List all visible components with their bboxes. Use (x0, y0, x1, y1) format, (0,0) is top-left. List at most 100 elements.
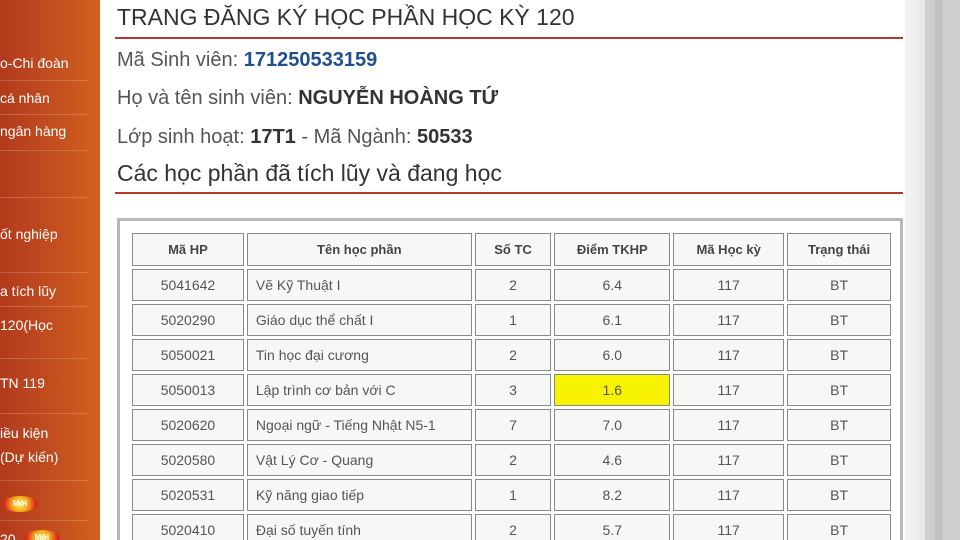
course-status: BT (787, 444, 891, 476)
course-name: Vật Lý Cơ - Quang (246, 444, 472, 476)
course-status: BT (787, 339, 891, 371)
section-divider (115, 192, 903, 194)
sidebar-divider (0, 197, 88, 198)
course-credits: 1 (474, 304, 552, 336)
new-badge-icon: Mới (24, 530, 60, 540)
page-gutter (925, 0, 960, 540)
sidebar-divider (0, 150, 88, 151)
course-score-highlighted: 1.6 (554, 374, 671, 406)
course-status: BT (787, 269, 891, 301)
table-row: 5020410 Đại số tuyến tính 2 5.7 117 BT (132, 514, 891, 540)
course-credits: 7 (474, 409, 552, 441)
sidebar-divider (0, 306, 88, 307)
page-title: TRANG ĐĂNG KÝ HỌC PHẦN HỌC KỲ 120 (117, 4, 575, 30)
course-term: 117 (673, 304, 785, 336)
sidebar-item-tich-luy[interactable]: a tích lũy (0, 280, 100, 303)
class-label: Lớp sinh hoạt: (117, 126, 245, 148)
course-name: Lập trình cơ bản với C (246, 374, 472, 406)
column-header-status[interactable]: Trạng thái (787, 233, 891, 266)
sidebar-item-tn-119[interactable]: TN 119 (0, 372, 100, 395)
course-status: BT (787, 514, 891, 540)
course-name: Vẽ Kỹ Thuật I (246, 269, 472, 301)
course-name: Giáo dục thể chất I (246, 304, 472, 336)
course-score: 6.1 (554, 304, 671, 336)
course-score: 4.6 (554, 444, 671, 476)
table-row: 5050013 Lập trình cơ bản với C 3 1.6 117… (132, 374, 891, 406)
course-term: 117 (673, 339, 785, 371)
table-header-row: Mã HP Tên học phần Số TC Điểm TKHP Mã Họ… (132, 233, 891, 266)
table-row: 5020290 Giáo dục thể chất I 1 6.1 117 BT (132, 304, 891, 336)
section-title: Các học phần đã tích lũy và đang học (117, 160, 502, 186)
student-id-label: Mã Sinh viên: (117, 49, 239, 71)
sidebar-divider (0, 114, 88, 115)
course-credits: 2 (474, 514, 552, 540)
column-header-term[interactable]: Mã Học kỳ (673, 233, 785, 266)
sidebar-item-du-kien[interactable]: (Dự kiến) (0, 446, 100, 469)
student-id-row: Mã Sinh viên: 171250533159 (117, 49, 377, 72)
sidebar-item-chi-doan[interactable]: o-Chi đoàn (0, 52, 100, 75)
course-term: 117 (673, 374, 785, 406)
column-header-code[interactable]: Mã HP (132, 233, 244, 266)
course-score: 6.4 (554, 269, 671, 301)
major-value: 50533 (417, 126, 473, 148)
table-row: 5020580 Vật Lý Cơ - Quang 2 4.6 117 BT (132, 444, 891, 476)
course-status: BT (787, 304, 891, 336)
table-row: 5020620 Ngoại ngữ - Tiếng Nhật N5-1 7 7.… (132, 409, 891, 441)
course-credits: 1 (474, 479, 552, 511)
sidebar-divider (0, 272, 88, 273)
sidebar-divider (0, 413, 88, 414)
course-name: Đại số tuyến tính (246, 514, 472, 540)
left-sidebar: o-Chi đoàn cá nhân ngân hàng ốt nghiệp a… (0, 0, 100, 540)
course-term: 117 (673, 514, 785, 540)
course-credits: 2 (474, 339, 552, 371)
sidebar-divider (0, 80, 88, 81)
course-status: BT (787, 409, 891, 441)
course-code: 5050013 (132, 374, 244, 406)
courses-table: Mã HP Tên học phần Số TC Điểm TKHP Mã Họ… (129, 230, 894, 540)
class-major-row: Lớp sinh hoạt: 17T1 - Mã Ngành: 50533 (117, 126, 473, 149)
separator: - (301, 126, 309, 148)
sidebar-item-hoc-ky-120[interactable]: 120(Học (0, 314, 100, 337)
table-row: 5020531 Kỹ năng giao tiếp 1 8.2 117 BT (132, 479, 891, 511)
student-id-value: 171250533159 (243, 49, 378, 71)
student-name-row: Họ và tên sinh viên: NGUYỄN HOÀNG TỨ (117, 87, 498, 110)
course-name: Ngoại ngữ - Tiếng Nhật N5-1 (246, 409, 472, 441)
sidebar-item-dieu-kien[interactable]: iều kiện (0, 422, 100, 445)
course-code: 5041642 (132, 269, 244, 301)
course-code: 5020580 (132, 444, 244, 476)
sidebar-item-ngan-hang[interactable]: ngân hàng (0, 120, 100, 143)
title-divider (115, 37, 903, 39)
course-code: 5020410 (132, 514, 244, 540)
course-score: 6.0 (554, 339, 671, 371)
table-row: 5050021 Tin học đại cương 2 6.0 117 BT (132, 339, 891, 371)
sidebar-item-ca-nhan[interactable]: cá nhân (0, 87, 100, 110)
course-code: 5050021 (132, 339, 244, 371)
course-term: 117 (673, 269, 785, 301)
new-badge-icon: Mới (2, 496, 38, 512)
course-term: 117 (673, 409, 785, 441)
course-name: Kỹ năng giao tiếp (246, 479, 472, 511)
column-header-credits[interactable]: Số TC (474, 233, 552, 266)
course-score: 5.7 (554, 514, 671, 540)
column-header-name[interactable]: Tên học phần (246, 233, 472, 266)
course-name: Tin học đại cương (246, 339, 472, 371)
student-name-label: Họ và tên sinh viên: (117, 87, 293, 109)
course-term: 117 (673, 444, 785, 476)
content-edge-shadow (905, 0, 925, 540)
courses-table-frame: Mã HP Tên học phần Số TC Điểm TKHP Mã Họ… (117, 218, 903, 540)
course-score: 7.0 (554, 409, 671, 441)
major-label: Mã Ngành: (313, 126, 412, 148)
course-code: 5020620 (132, 409, 244, 441)
course-status: BT (787, 479, 891, 511)
course-score: 8.2 (554, 479, 671, 511)
column-header-score[interactable]: Điểm TKHP (554, 233, 671, 266)
sidebar-divider (0, 480, 88, 481)
course-code: 5020531 (132, 479, 244, 511)
sidebar-divider (0, 358, 88, 359)
course-code: 5020290 (132, 304, 244, 336)
sidebar-item-tot-nghiep[interactable]: ốt nghiệp (0, 223, 100, 246)
gutter-stripe (935, 0, 943, 540)
sidebar-divider (0, 520, 88, 521)
course-term: 117 (673, 479, 785, 511)
class-value: 17T1 (250, 126, 296, 148)
